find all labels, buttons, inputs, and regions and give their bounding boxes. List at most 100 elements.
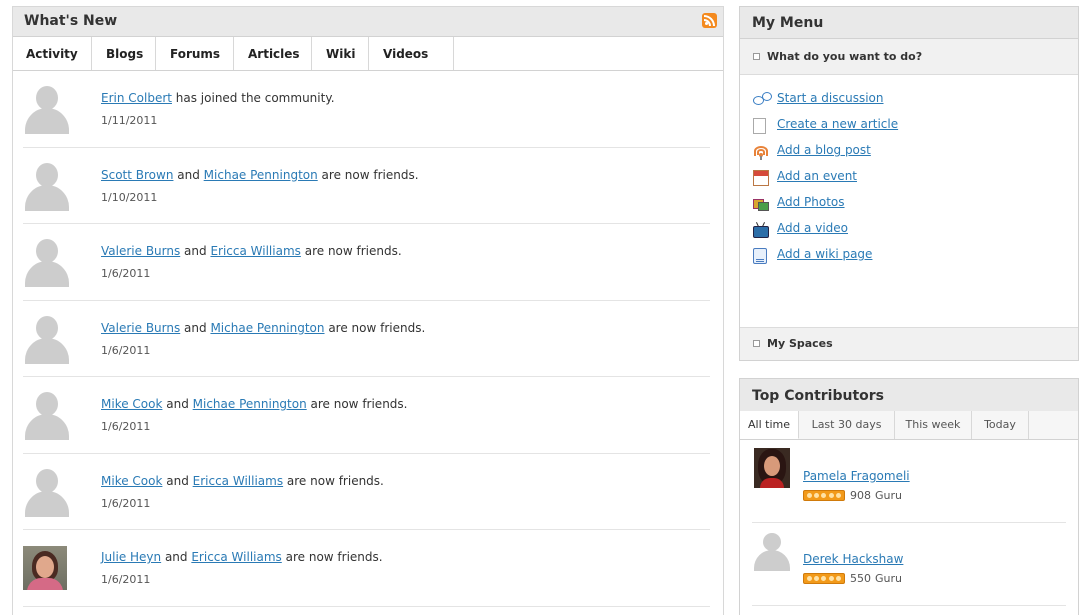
- user-link[interactable]: Julie Heyn: [101, 550, 161, 564]
- activity-text: Mike Cook and Michae Pennington are now …: [101, 397, 408, 411]
- contributor-rank-label: Guru: [875, 572, 902, 585]
- user-link[interactable]: Ericca Williams: [210, 244, 300, 258]
- whats-new-tabs: Activity Blogs Forums Articles Wiki Vide…: [13, 37, 723, 71]
- action-create-article[interactable]: Create a new article: [740, 115, 1078, 141]
- activity-date: 1/6/2011: [101, 573, 151, 586]
- user-link[interactable]: Ericca Williams: [191, 550, 281, 564]
- contributor-link[interactable]: Derek Hackshaw: [803, 552, 903, 566]
- avatar[interactable]: [754, 448, 790, 488]
- wiki-icon: [753, 248, 767, 264]
- collapse-icon[interactable]: [753, 53, 760, 60]
- tab-today[interactable]: Today: [972, 411, 1029, 439]
- start-discussion-link[interactable]: Start a discussion: [777, 91, 884, 105]
- avatar[interactable]: [23, 546, 67, 590]
- action-add-video[interactable]: Add a video: [740, 219, 1078, 245]
- activity-date: 1/6/2011: [101, 343, 151, 357]
- my-spaces-section[interactable]: My Spaces: [740, 327, 1078, 360]
- contributor-rank-label: Guru: [875, 489, 902, 502]
- user-link[interactable]: Ericca Williams: [193, 474, 283, 488]
- user-link[interactable]: Michae Pennington: [204, 168, 318, 182]
- avatar[interactable]: [25, 84, 69, 134]
- top-contributors-header: Top Contributors: [740, 379, 1078, 411]
- user-link[interactable]: Michae Pennington: [193, 397, 307, 411]
- tab-wiki[interactable]: Wiki: [312, 37, 369, 70]
- whats-new-panel: What's New Activity Blogs Forums Article…: [12, 6, 724, 615]
- article-icon: [753, 118, 766, 134]
- avatar[interactable]: [25, 161, 69, 211]
- action-add-photos[interactable]: Add Photos: [740, 193, 1078, 219]
- top-contributors-panel: Top Contributors All time Last 30 days T…: [739, 378, 1079, 615]
- tab-forums[interactable]: Forums: [156, 37, 234, 70]
- avatar[interactable]: [25, 390, 69, 440]
- action-add-wiki-page[interactable]: Add a wiki page: [740, 245, 1078, 271]
- tab-blogs[interactable]: Blogs: [92, 37, 156, 70]
- my-menu-header: My Menu: [740, 7, 1078, 39]
- tab-videos[interactable]: Videos: [369, 37, 454, 70]
- contributor-item: Pamela Fragomeli 908 Guru: [752, 440, 1066, 523]
- activity-text: Valerie Burns and Michae Pennington are …: [101, 320, 426, 335]
- tab-all-time[interactable]: All time: [740, 411, 799, 439]
- add-wiki-page-link[interactable]: Add a wiki page: [777, 247, 872, 261]
- expand-icon[interactable]: [753, 340, 760, 347]
- contributor-link[interactable]: Pamela Fragomeli: [803, 469, 910, 483]
- action-add-event[interactable]: Add an event: [740, 167, 1078, 193]
- tab-activity[interactable]: Activity: [13, 37, 92, 70]
- activity-date: 1/6/2011: [101, 267, 151, 280]
- tab-last-30-days[interactable]: Last 30 days: [799, 411, 895, 439]
- rank-badge-icon: [803, 490, 845, 501]
- user-link[interactable]: Scott Brown: [101, 168, 173, 182]
- whats-new-title: What's New: [24, 13, 118, 29]
- rank-badge-icon: [803, 573, 845, 584]
- activity-text: Scott Brown and Michae Pennington are no…: [101, 167, 419, 182]
- whats-new-header: What's New: [13, 7, 723, 37]
- activity-item: Erin Colbert has joined the community. 1…: [23, 71, 710, 148]
- tab-this-week[interactable]: This week: [895, 411, 972, 439]
- top-contributors-title: Top Contributors: [752, 388, 884, 404]
- contributor-rank: 550 Guru: [803, 572, 902, 585]
- action-add-blog-post[interactable]: Add a blog post: [740, 141, 1078, 167]
- my-menu-panel: My Menu What do you want to do? Start a …: [739, 6, 1079, 361]
- activity-item: Scott Brown and Michae Pennington are no…: [23, 148, 710, 224]
- activity-item: Julie Heyn and Ericca Williams are now f…: [23, 530, 710, 607]
- activity-date: 1/6/2011: [101, 496, 151, 510]
- activity-item: Mike Cook and Michae Pennington are now …: [23, 377, 710, 454]
- activity-date: 1/6/2011: [101, 420, 151, 433]
- activity-text: Valerie Burns and Ericca Williams are no…: [101, 244, 402, 258]
- avatar[interactable]: [25, 467, 69, 517]
- create-article-link[interactable]: Create a new article: [777, 117, 898, 131]
- add-photos-link[interactable]: Add Photos: [777, 195, 845, 209]
- activity-date: 1/11/2011: [101, 114, 158, 127]
- my-menu-title: My Menu: [752, 15, 824, 31]
- add-video-link[interactable]: Add a video: [777, 221, 848, 235]
- avatar[interactable]: [25, 237, 69, 287]
- activity-item: Mike Cook and Ericca Williams are now fr…: [23, 454, 710, 530]
- contributor-points: 550: [850, 572, 871, 585]
- add-blog-post-link[interactable]: Add a blog post: [777, 143, 871, 157]
- add-event-link[interactable]: Add an event: [777, 169, 857, 183]
- calendar-icon: [753, 170, 769, 186]
- activity-item: Valerie Burns and Ericca Williams are no…: [23, 224, 710, 301]
- tv-icon: [753, 222, 769, 238]
- tab-articles[interactable]: Articles: [234, 37, 312, 70]
- rss-icon[interactable]: [702, 13, 717, 28]
- contributors-tabs: All time Last 30 days This week Today: [740, 411, 1078, 440]
- user-link[interactable]: Erin Colbert: [101, 91, 172, 105]
- user-link[interactable]: Valerie Burns: [101, 321, 180, 335]
- section-label: What do you want to do?: [767, 50, 923, 63]
- discussion-icon: [753, 92, 772, 108]
- user-link[interactable]: Mike Cook: [101, 474, 162, 488]
- contributor-points: 908: [850, 489, 871, 502]
- contributor-rank: 908 Guru: [803, 489, 902, 502]
- user-link[interactable]: Valerie Burns: [101, 244, 180, 258]
- avatar[interactable]: [754, 531, 790, 571]
- what-to-do-section[interactable]: What do you want to do?: [740, 39, 1078, 75]
- blog-icon: [753, 144, 769, 160]
- activity-text: Julie Heyn and Ericca Williams are now f…: [101, 550, 383, 564]
- action-start-discussion[interactable]: Start a discussion: [740, 89, 1078, 115]
- section-label: My Spaces: [767, 337, 833, 350]
- action-list: Start a discussion Create a new article …: [740, 75, 1078, 271]
- user-link[interactable]: Michae Pennington: [210, 321, 324, 335]
- user-link[interactable]: Mike Cook: [101, 397, 162, 411]
- activity-date: 1/10/2011: [101, 190, 158, 204]
- avatar[interactable]: [25, 314, 69, 364]
